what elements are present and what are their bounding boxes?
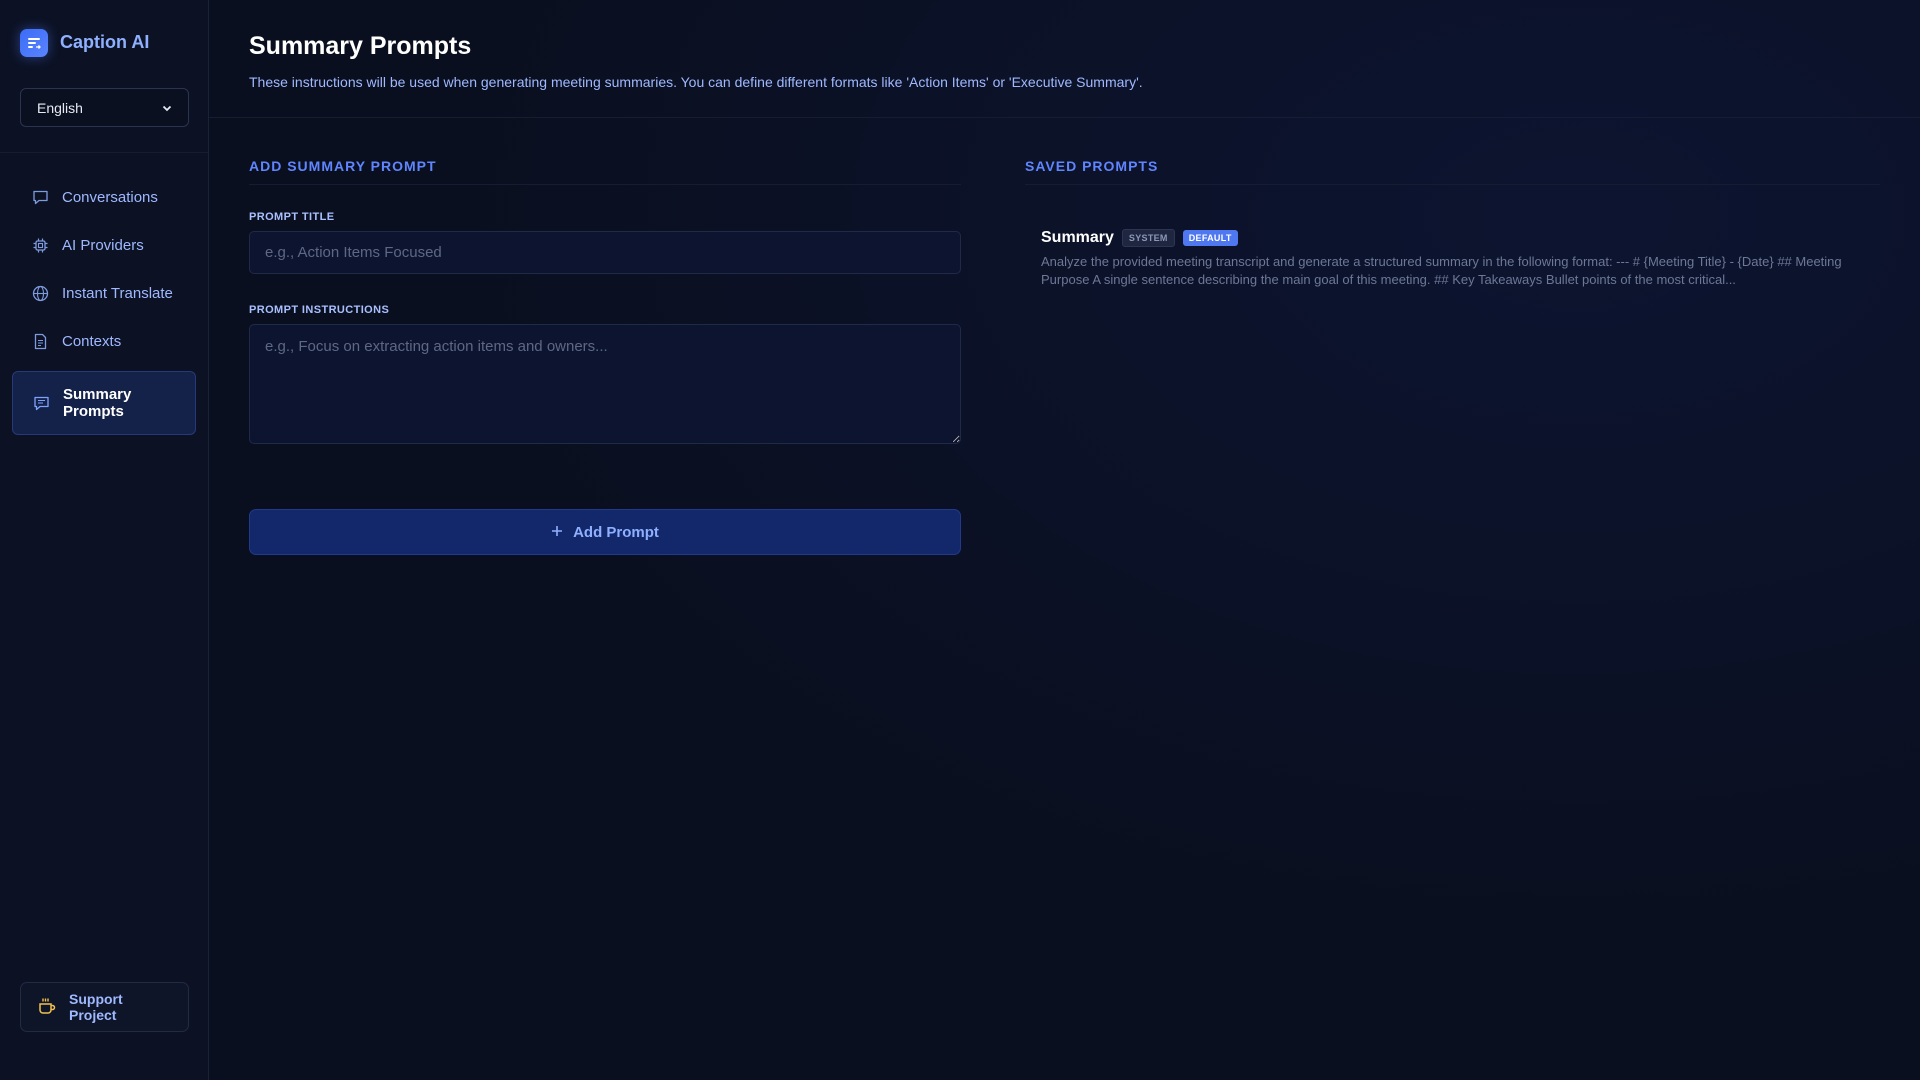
- language-select[interactable]: English: [20, 88, 189, 127]
- sidebar-item-instant-translate[interactable]: Instant Translate: [12, 271, 196, 315]
- saved-prompt-preview: Analyze the provided meeting transcript …: [1041, 254, 1842, 287]
- globe-icon: [31, 284, 49, 302]
- sidebar-item-label: AI Providers: [62, 236, 144, 254]
- sidebar-item-label: Instant Translate: [62, 284, 173, 302]
- chat-bubble-icon: [31, 188, 49, 206]
- sidebar-nav: Conversations AI Providers Instant Trans…: [0, 153, 208, 435]
- lines-arrow-icon: [20, 28, 48, 57]
- app-name: Caption AI: [60, 32, 150, 52]
- brand: Caption AI: [0, 0, 208, 62]
- add-prompt-button[interactable]: Add Prompt: [249, 509, 961, 555]
- prompt-instructions-label: PROMPT INSTRUCTIONS: [249, 304, 390, 316]
- prompt-title-label: PROMPT TITLE: [249, 211, 335, 223]
- default-badge: DEFAULT: [1182, 230, 1238, 246]
- sidebar-item-label: Contexts: [62, 332, 122, 350]
- add-prompt-section: ADD SUMMARY PROMPT PROMPT TITLE PROMPT I…: [249, 158, 961, 555]
- app-window: Caption AI English Conversations AI Prov…: [0, 0, 1920, 1080]
- saved-prompt-name: Summary: [1041, 229, 1114, 246]
- sidebar-item-contexts[interactable]: Contexts: [12, 319, 196, 363]
- prompt-instructions-textarea[interactable]: [249, 324, 961, 444]
- main-content: Summary Prompts These instructions will …: [209, 0, 1920, 1080]
- coffee-cup-icon: [37, 996, 57, 1019]
- support-project-label: Support Project: [69, 991, 123, 1023]
- sidebar-item-label: Summary Prompts: [63, 386, 132, 420]
- add-prompt-section-title: ADD SUMMARY PROMPT: [249, 158, 961, 185]
- page-title: Summary Prompts: [249, 32, 472, 60]
- page-header: Summary Prompts These instructions will …: [209, 0, 1920, 118]
- system-badge: SYSTEM: [1121, 229, 1175, 247]
- document-icon: [31, 332, 49, 350]
- chevron-down-icon: [162, 100, 172, 116]
- language-select-value: English: [37, 99, 83, 116]
- sidebar-item-conversations[interactable]: Conversations: [12, 175, 196, 219]
- sidebar-item-summary-prompts[interactable]: Summary Prompts: [12, 371, 196, 435]
- saved-prompt-card[interactable]: Summary SYSTEM DEFAULT Analyze the provi…: [1025, 185, 1880, 289]
- cpu-chip-icon: [31, 236, 49, 254]
- sidebar-item-ai-providers[interactable]: AI Providers: [12, 223, 196, 267]
- sidebar: Caption AI English Conversations AI Prov…: [0, 0, 209, 1080]
- prompt-title-input[interactable]: [249, 231, 961, 274]
- plus-icon: [551, 524, 563, 541]
- page-description: These instructions will be used when gen…: [249, 74, 1143, 90]
- support-project-button[interactable]: Support Project: [20, 982, 189, 1032]
- sidebar-item-label: Conversations: [62, 188, 158, 206]
- add-prompt-button-label: Add Prompt: [573, 523, 659, 541]
- message-lines-icon: [32, 394, 50, 412]
- saved-prompts-section: SAVED PROMPTS Summary SYSTEM DEFAULT Ana…: [1025, 158, 1880, 555]
- saved-prompts-section-title: SAVED PROMPTS: [1025, 158, 1880, 185]
